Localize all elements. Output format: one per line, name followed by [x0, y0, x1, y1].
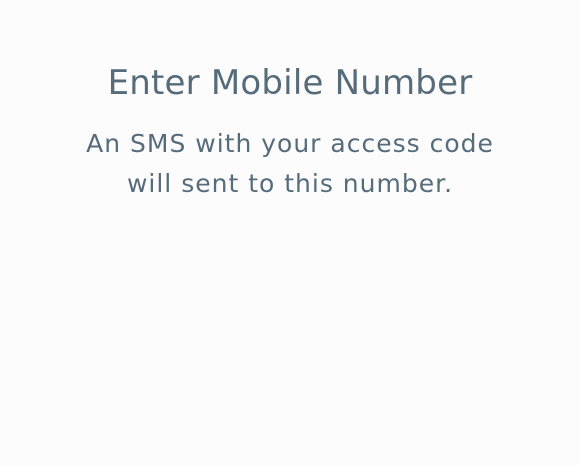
instruction-text: An SMS with your access code will sent t…	[86, 129, 494, 198]
header-section: Enter Mobile Number An SMS with your acc…	[0, 58, 580, 204]
mobile-number-screen: Enter Mobile Number An SMS with your acc…	[0, 0, 580, 466]
page-title: Enter Mobile Number	[107, 63, 473, 103]
